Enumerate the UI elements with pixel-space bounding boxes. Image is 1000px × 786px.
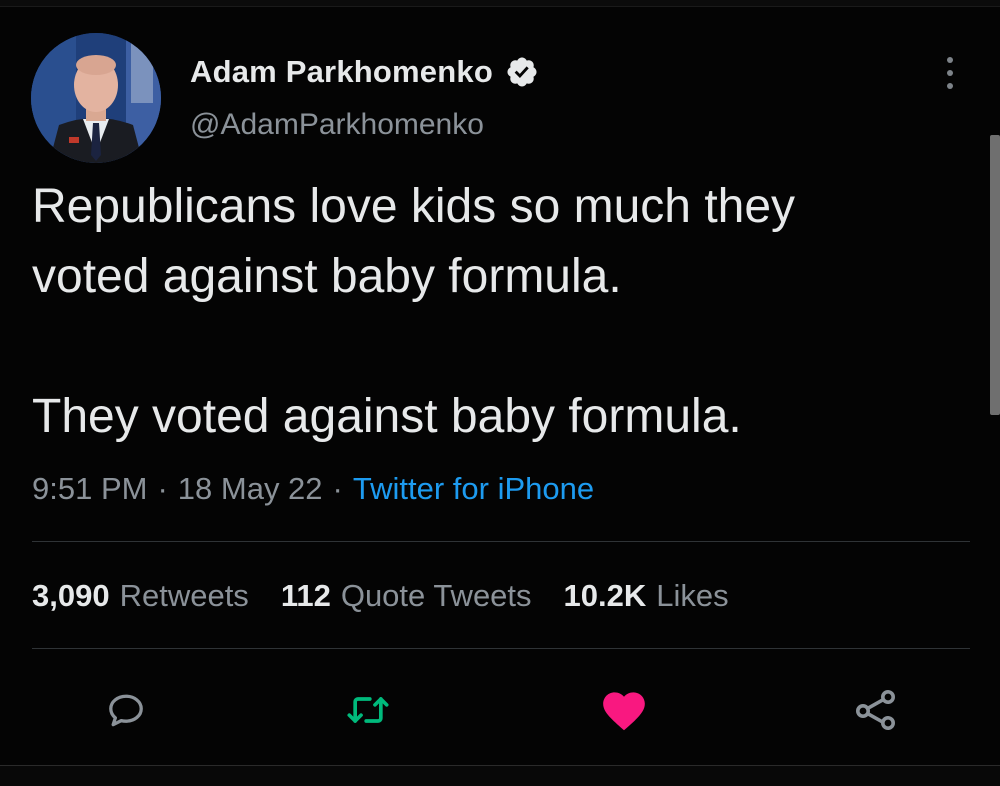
reply-button[interactable] (104, 688, 148, 737)
user-handle[interactable]: @AdamParkhomenko (190, 108, 484, 142)
like-button[interactable] (599, 686, 649, 737)
avatar-image (31, 33, 161, 163)
author-name-row[interactable]: Adam Parkhomenko (190, 52, 539, 92)
tweet-date[interactable]: 18 May 22 (178, 471, 323, 507)
like-icon (603, 692, 645, 731)
divider (32, 541, 970, 542)
likes-label: Likes (656, 578, 729, 613)
meta-separator: · (157, 471, 168, 506)
quote-tweets-stat[interactable]: 112 Quote Tweets (281, 578, 532, 614)
retweet-button[interactable] (344, 688, 392, 737)
retweets-label: Retweets (119, 578, 249, 613)
avatar[interactable] (31, 33, 161, 163)
tweet-meta: 9:51 PM · 18 May 22 · Twitter for iPhone (32, 467, 594, 511)
retweets-count: 3,090 (32, 578, 110, 613)
share-icon (856, 690, 895, 730)
tweet-source-link[interactable]: Twitter for iPhone (353, 471, 594, 507)
quote-tweets-label: Quote Tweets (340, 578, 532, 613)
share-button[interactable] (852, 686, 900, 739)
tweet-stats: 3,090 Retweets 112 Quote Tweets 10.2K Li… (32, 572, 761, 620)
divider (32, 648, 970, 649)
likes-stat[interactable]: 10.2K Likes (564, 578, 729, 614)
more-options-icon[interactable] (938, 53, 962, 93)
verified-badge-icon (505, 55, 539, 89)
reply-icon (109, 694, 143, 727)
bottom-edge (0, 765, 1000, 786)
tweet-text: Republicans love kids so much they voted… (32, 180, 796, 443)
tweet-screenshot: Adam Parkhomenko @AdamParkhomenko Republ… (0, 0, 1000, 786)
display-name[interactable]: Adam Parkhomenko (190, 54, 493, 90)
meta-separator: · (332, 471, 343, 506)
top-edge (0, 0, 1000, 7)
scrollbar[interactable] (990, 135, 1000, 415)
tweet-time[interactable]: 9:51 PM (32, 471, 147, 507)
retweet-icon (347, 697, 389, 723)
quote-tweets-count: 112 (280, 578, 331, 613)
retweets-stat[interactable]: 3,090 Retweets (32, 578, 249, 614)
likes-count: 10.2K (563, 578, 647, 613)
tweet-actions (0, 680, 1000, 740)
